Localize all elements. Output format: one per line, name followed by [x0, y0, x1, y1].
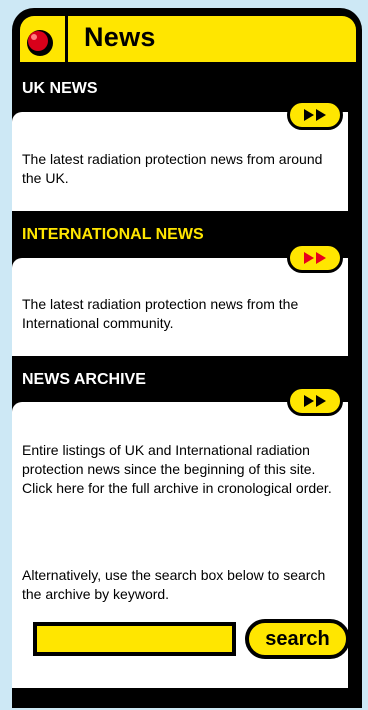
- red-ball-icon: [20, 16, 68, 62]
- international-news-go-button[interactable]: [287, 243, 343, 273]
- section-title-news-archive: NEWS ARCHIVE: [22, 371, 146, 388]
- page-title: News: [84, 22, 156, 52]
- news-archive-go-button[interactable]: [287, 386, 343, 416]
- double-arrow-icon: [304, 395, 326, 407]
- section-title-uk-news: UK NEWS: [22, 80, 98, 97]
- double-arrow-icon: [304, 109, 326, 121]
- news-header: News: [20, 16, 356, 62]
- uk-news-go-button[interactable]: [287, 100, 343, 130]
- double-arrow-icon: [304, 252, 326, 264]
- section-text-news-archive: Entire listings of UK and International …: [22, 442, 332, 496]
- archive-search-note: Alternatively, use the search box below …: [22, 567, 326, 602]
- search-input[interactable]: [33, 622, 236, 656]
- section-text-uk-news: The latest radiation protection news fro…: [22, 151, 323, 186]
- search-button[interactable]: search: [245, 619, 350, 659]
- section-text-international-news: The latest radiation protection news fro…: [22, 296, 299, 331]
- section-title-international-news: INTERNATIONAL NEWS: [22, 226, 204, 243]
